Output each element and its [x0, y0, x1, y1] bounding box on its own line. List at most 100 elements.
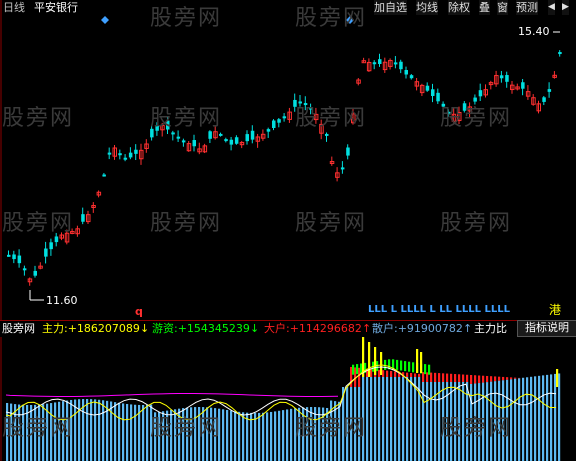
arrow-right-icon[interactable]: ▶ — [562, 0, 569, 15]
candle-body-down — [150, 128, 154, 138]
toolbar-item-4[interactable]: 窗 — [497, 0, 508, 15]
big-holder-bar — [462, 374, 465, 382]
retail-bar — [378, 377, 381, 461]
candle-body-down — [176, 136, 181, 139]
retail-bar — [550, 374, 553, 461]
main-force-bar — [556, 369, 559, 387]
candle-body-down — [33, 270, 37, 276]
retail-bar — [130, 404, 133, 461]
candle-body-down — [478, 90, 483, 97]
retail-bar — [186, 407, 189, 461]
indicator-chart[interactable] — [0, 337, 576, 461]
big-holder-bar — [506, 377, 509, 380]
main-force-line — [5, 366, 557, 416]
big-holder-bar — [434, 372, 437, 382]
toolbar-item-2[interactable]: 除权 — [448, 0, 470, 15]
retail-bar — [406, 377, 409, 461]
retail-bar — [206, 407, 209, 461]
toolbar-item-1[interactable]: 均线 — [416, 0, 438, 15]
retail-bar — [262, 412, 265, 461]
retail-bar — [446, 382, 449, 461]
retail-bar — [326, 407, 329, 461]
candle-body-down — [547, 89, 552, 92]
candle-body-down — [558, 52, 562, 55]
retail-bar — [202, 407, 205, 461]
candle-body-down — [404, 70, 408, 75]
retail-bar — [526, 377, 529, 461]
signal-l-marks: LLL L LLLL L LL LLLL LLLL — [368, 304, 510, 315]
candle-body-down — [171, 132, 175, 135]
candle-body-down — [181, 140, 186, 143]
retail-bar — [366, 377, 369, 461]
retail-bar — [190, 407, 193, 461]
candle-body-down — [208, 131, 212, 139]
candle-body-down — [166, 120, 170, 130]
main-force-bar — [368, 342, 371, 377]
candle-body-down — [134, 149, 138, 154]
retail-bar — [346, 387, 349, 461]
retail-bar — [18, 404, 21, 461]
retail-bar — [270, 411, 273, 461]
high-price-label: 15.40 — [518, 25, 550, 38]
big-holder-bar — [490, 376, 493, 382]
big-holder-bar — [502, 376, 505, 381]
candle-body-down — [462, 103, 467, 111]
retail-bar — [166, 410, 169, 461]
price-chart[interactable] — [0, 0, 576, 320]
game-funds-bar — [396, 359, 399, 370]
retail-bar — [314, 407, 317, 461]
candle-body-down — [521, 82, 525, 89]
big-holder-bar — [422, 372, 425, 382]
period-label[interactable]: 日线 — [3, 1, 25, 15]
game-funds-bar — [424, 364, 427, 375]
diamond-marker — [101, 16, 109, 24]
retail-bar — [286, 409, 289, 461]
big-holder-bar — [370, 369, 373, 377]
candle-body-down — [431, 89, 435, 96]
retail-bar — [74, 399, 77, 461]
retail-bar — [146, 404, 149, 461]
main-force-bar — [416, 349, 419, 373]
retail-bar — [158, 411, 161, 461]
retail-bar — [298, 407, 301, 461]
candle-body-down — [399, 61, 403, 70]
retail-bar — [538, 375, 541, 461]
game-funds-label: 游资:+154345239↓ — [152, 322, 260, 335]
main-force-label: 主力:+186207089↓ — [42, 322, 150, 335]
retail-bar — [266, 412, 269, 461]
retail-bar — [542, 375, 545, 461]
candle-body-down — [107, 152, 112, 155]
big-holder-bar — [514, 377, 517, 379]
big-holder-bar — [414, 373, 417, 377]
indicator-help-button[interactable]: 指标说明 — [517, 320, 576, 337]
big-holder-bar — [478, 375, 481, 384]
retail-bar — [86, 399, 89, 461]
retail-bar — [402, 377, 405, 461]
main-force-ratio-label: 主力比 — [474, 322, 507, 335]
retail-bar — [30, 404, 33, 461]
candle-body-down — [219, 133, 223, 136]
toolbar-item-3[interactable]: 叠 — [479, 0, 490, 15]
toolbar-item-5[interactable]: 预测 — [516, 0, 538, 15]
big-holder-bar — [418, 373, 421, 377]
retail-bar — [242, 412, 245, 461]
retail-bar — [90, 399, 93, 461]
big-holder-bar — [482, 375, 485, 383]
retail-bar — [238, 411, 241, 461]
candle-body-down — [340, 167, 345, 170]
ratio-line — [5, 393, 339, 398]
candle-body-down — [378, 59, 382, 64]
arrow-left-icon[interactable]: ◀ — [548, 0, 555, 15]
retail-bar — [546, 374, 549, 461]
big-holder-bar — [450, 373, 453, 382]
game-funds-bar — [360, 363, 363, 374]
toolbar-item-0[interactable]: 加自选 — [374, 0, 407, 15]
candle-body-down — [118, 153, 122, 156]
retail-bar — [294, 408, 297, 461]
retail-bar — [434, 382, 437, 461]
candle-body-down — [282, 116, 287, 119]
retail-bar — [10, 403, 13, 461]
retail-bar — [318, 407, 321, 461]
signal-q-mark: q — [135, 305, 143, 318]
retail-bar — [514, 378, 517, 461]
